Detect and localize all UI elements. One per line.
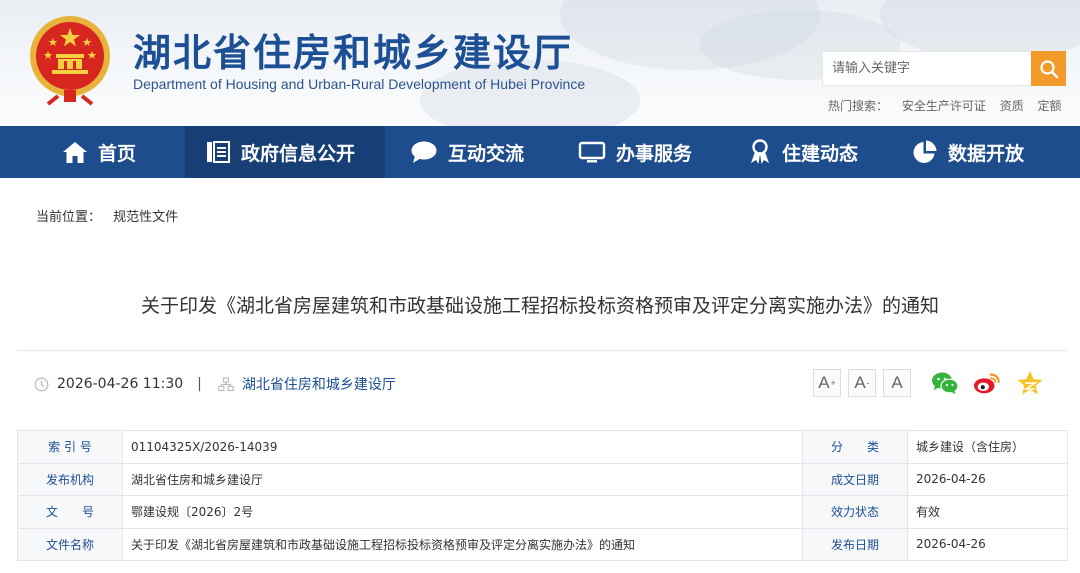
article-meta: 2026-04-26 11:30 | 湖北省住房和城乡建设厅 (34, 374, 396, 394)
search-button[interactable] (1031, 51, 1066, 86)
nav-item-label: 数据开放 (948, 142, 1025, 165)
table-row: 文 号 鄂建设规〔2026〕2号 效力状态 有效 (17, 495, 1068, 529)
nav-item-label: 政府信息公开 (241, 142, 356, 165)
info-label: 发布日期 (802, 527, 908, 561)
nav-item-open-data[interactable]: 数据开放 (912, 126, 1024, 178)
info-label: 效力状态 (802, 495, 908, 529)
nav-item-label: 首页 (98, 142, 137, 165)
font-button-mark: - (866, 378, 870, 388)
font-button-label: A (818, 373, 830, 392)
search-box (822, 51, 1066, 86)
share-weibo-button[interactable] (973, 370, 1001, 396)
document-info-table: 索 引 号 01104325X/2026-14039 分 类 城乡建设（含住房）… (17, 430, 1068, 561)
table-row: 发布机构 湖北省住房和城乡建设厅 成文日期 2026-04-26 (17, 462, 1068, 496)
font-button-mark: + (830, 378, 836, 388)
nav-item-home[interactable]: 首页 (62, 126, 136, 178)
monitor-icon (578, 141, 606, 163)
publish-datetime: 2026-04-26 11:30 (57, 376, 184, 392)
clock-icon (34, 377, 49, 391)
info-value: 关于印发《湖北省房屋建筑和市政基础设施工程招标投标资格预审及评定分离实施办法》的… (122, 527, 803, 561)
font-reset-button[interactable]: A (883, 369, 911, 397)
award-icon (751, 139, 769, 164)
article-title: 关于印发《湖北省房屋建筑和市政基础设施工程招标投标资格预审及评定分离实施办法》的… (140, 295, 939, 317)
site-subtitle: Department of Housing and Urban-Rural De… (133, 76, 586, 92)
hot-search-label: 热门搜索： (828, 99, 889, 113)
breadcrumb-label: 当前位置： (36, 210, 102, 225)
organization-icon (218, 376, 234, 391)
home-icon (63, 142, 87, 163)
info-label: 索 引 号 (17, 430, 123, 464)
info-value: 2026-04-26 (907, 527, 1068, 561)
hot-search: 热门搜索： 安全生产许可证 资质 定额 (828, 97, 1072, 114)
article-source: 湖北省住房和城乡建设厅 (241, 377, 396, 393)
info-value: 湖北省住房和城乡建设厅 (122, 462, 803, 496)
breadcrumb: 当前位置： 规范性文件 (36, 206, 178, 225)
nav-item-gov-info[interactable]: 政府信息公开 (185, 126, 385, 178)
info-label: 文 号 (17, 495, 123, 529)
hot-search-item[interactable]: 定额 (1038, 99, 1062, 113)
table-row: 文件名称 关于印发《湖北省房屋建筑和市政基础设施工程招标投标资格预审及评定分离实… (17, 527, 1068, 561)
info-label: 发布机构 (17, 462, 123, 496)
nav-item-label: 办事服务 (616, 142, 693, 165)
nav-item-label: 互动交流 (448, 142, 525, 165)
wechat-icon (932, 372, 959, 394)
table-row: 索 引 号 01104325X/2026-14039 分 类 城乡建设（含住房） (17, 430, 1068, 464)
weibo-icon (973, 373, 1000, 394)
search-icon (1039, 59, 1058, 78)
share-qzone-button[interactable] (1016, 370, 1044, 396)
hot-search-item[interactable]: 安全生产许可证 (902, 99, 986, 113)
share-wechat-button[interactable] (931, 370, 959, 396)
hot-search-item[interactable]: 资质 (1000, 99, 1024, 113)
qzone-icon (1017, 371, 1043, 395)
font-button-label: A (891, 373, 903, 392)
info-value: 鄂建设规〔2026〕2号 (122, 495, 803, 529)
meta-divider: | (197, 376, 202, 392)
nav-item-interaction[interactable]: 互动交流 (410, 126, 524, 178)
info-label: 成文日期 (802, 462, 908, 496)
chat-bubble-icon (411, 141, 437, 163)
pie-chart-icon (913, 140, 937, 163)
info-label: 分 类 (802, 430, 908, 464)
site-title: 湖北省住房和城乡建设厅 (133, 31, 574, 75)
nav-item-services[interactable]: 办事服务 (578, 126, 692, 178)
font-button-label: A (854, 373, 866, 392)
info-value: 城乡建设（含住房） (907, 430, 1068, 464)
info-label: 文件名称 (17, 527, 123, 561)
main-nav: 首页 政府信息公开 互动交流 办事服务 住建动态 数据开放 (0, 126, 1080, 178)
font-decrease-button[interactable]: A- (848, 369, 876, 397)
nav-item-label: 住建动态 (782, 142, 859, 165)
national-emblem-icon (30, 16, 110, 106)
info-value: 2026-04-26 (907, 462, 1068, 496)
article-meta-bar: 2026-04-26 11:30 | 湖北省住房和城乡建设厅 A + A- A (17, 350, 1067, 414)
nav-item-news[interactable]: 住建动态 (748, 126, 858, 178)
document-list-icon (207, 141, 230, 163)
site-header: 湖北省住房和城乡建设厅 Department of Housing and Ur… (0, 0, 1080, 126)
info-value: 有效 (907, 495, 1068, 529)
breadcrumb-item[interactable]: 规范性文件 (113, 210, 178, 225)
info-value: 01104325X/2026-14039 (122, 430, 803, 464)
search-input[interactable] (823, 52, 1033, 85)
font-increase-button[interactable]: A + (813, 369, 841, 397)
